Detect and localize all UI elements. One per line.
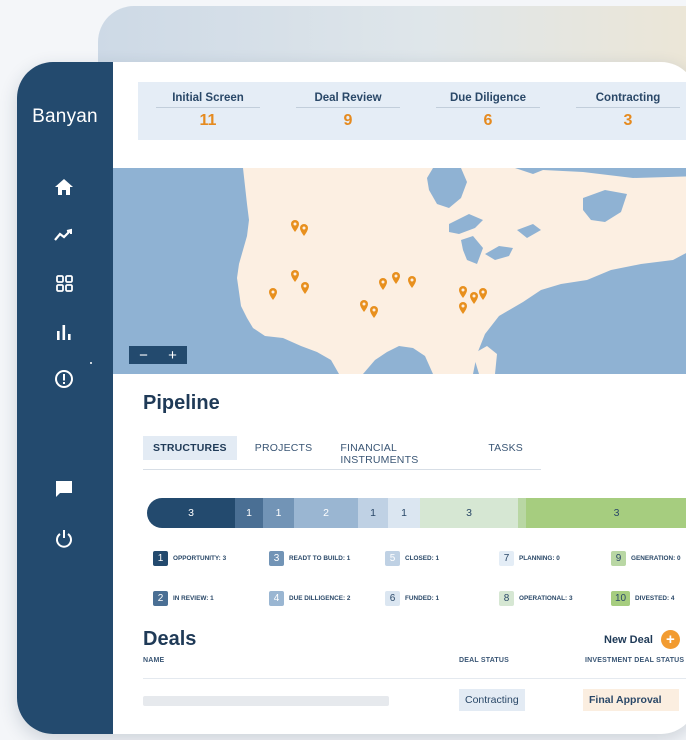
- legend-item: 3 READT TO BUILD: 1: [269, 549, 350, 567]
- pipeline-segment[interactable]: 3: [420, 498, 518, 528]
- nav-home[interactable]: [47, 172, 81, 202]
- alert-icon: [55, 370, 73, 388]
- legend-label: GENERATION: 0: [631, 554, 681, 562]
- legend-item: 6 FUNDED: 1: [385, 589, 439, 607]
- app-logo: Banyan: [32, 106, 98, 127]
- nav-alerts[interactable]: [47, 364, 81, 394]
- pipeline-title: Pipeline: [143, 392, 220, 414]
- legend-number: 5: [385, 550, 400, 566]
- pipeline-segment[interactable]: 3: [147, 498, 235, 528]
- chat-icon: [56, 481, 72, 497]
- pipeline-segment[interactable]: 1: [235, 498, 263, 528]
- table-divider: [143, 678, 686, 679]
- legend-item: 4 DUE DILLIGENCE: 2: [269, 589, 350, 607]
- legend-label: OPPORTUNITY: 3: [173, 554, 227, 562]
- deals-title: Deals: [143, 628, 197, 650]
- pipeline-tabs: STRUCTURES PROJECTS FINANCIAL INSTRUMENT…: [143, 436, 541, 470]
- pipeline-stage-bar: 3 1 1 2 1 1 3 3: [147, 498, 686, 528]
- nav-analytics[interactable]: [47, 220, 81, 250]
- stage-label: Deal Review: [296, 92, 400, 108]
- legend-item: 2 IN REVIEW: 1: [153, 589, 214, 607]
- main-content: Initial Screen 11 Deal Review 9 Due Dili…: [113, 62, 686, 734]
- stage-label: Initial Screen: [156, 92, 260, 108]
- tab-structures[interactable]: STRUCTURES: [143, 436, 237, 460]
- nav-logout[interactable]: [47, 524, 81, 554]
- legend-number: 7: [499, 550, 514, 566]
- column-header-investment-status[interactable]: INVESTMENT DEAL STATUS: [585, 657, 684, 664]
- legend-label: DUE DILLIGENCE: 2: [289, 594, 351, 602]
- stage-contracting[interactable]: Contracting 3: [558, 82, 686, 140]
- legend-number: 10: [611, 590, 630, 606]
- power-icon: [56, 530, 72, 548]
- stage-count: 11: [199, 112, 217, 129]
- legend-item: 10 DIVESTED: 4: [611, 589, 674, 607]
- map-zoom-controls: − +: [129, 346, 187, 364]
- pipeline-segment[interactable]: [518, 498, 526, 528]
- tab-financial-instruments[interactable]: FINANCIAL INSTRUMENTS: [330, 436, 470, 472]
- home-icon: [55, 179, 73, 195]
- legend-number: 2: [153, 590, 168, 606]
- trend-icon: [54, 228, 72, 241]
- legend-label: FUNDED: 1: [405, 594, 440, 602]
- legend-number: 3: [269, 550, 284, 566]
- pipeline-segment[interactable]: 2: [294, 498, 358, 528]
- deal-stage-summary: Initial Screen 11 Deal Review 9 Due Dili…: [138, 82, 686, 140]
- stage-label: Due Diligence: [436, 92, 540, 108]
- deal-name-placeholder: [143, 696, 389, 706]
- legend-label: DIVESTED: 4: [635, 594, 675, 602]
- stage-due-diligence[interactable]: Due Diligence 6: [418, 82, 558, 140]
- column-header-name[interactable]: NAME: [143, 657, 164, 664]
- legend-number: 1: [153, 550, 168, 566]
- legend-label: READT TO BUILD: 1: [289, 554, 351, 562]
- zoom-in-button[interactable]: +: [163, 348, 183, 363]
- map-canvas[interactable]: [113, 168, 686, 374]
- nav-reports[interactable]: [47, 316, 81, 346]
- legend-item: 1 OPPORTUNITY: 3: [153, 549, 226, 567]
- sidebar: Banyan: [17, 62, 113, 734]
- plus-icon[interactable]: +: [660, 630, 680, 649]
- legend-number: 6: [385, 590, 400, 606]
- tab-projects[interactable]: PROJECTS: [245, 436, 323, 460]
- nav-messages[interactable]: [47, 474, 81, 504]
- stage-count: 3: [623, 112, 633, 129]
- nav-dashboard[interactable]: [47, 268, 81, 298]
- legend-label: PLANNING: 0: [519, 554, 560, 562]
- tab-tasks[interactable]: TASKS: [478, 436, 533, 460]
- stage-count: 6: [483, 112, 493, 129]
- legend-item: 9 GENERATION: 0: [611, 549, 681, 567]
- new-deal-label: New Deal: [604, 633, 653, 646]
- legend-number: 4: [269, 590, 284, 606]
- legend-item: 7 PLANNING: 0: [499, 549, 560, 567]
- app-window: Banyan Initial Screen 11 Deal Review 9 D…: [17, 62, 686, 734]
- stage-label: Contracting: [576, 92, 680, 108]
- zoom-out-button[interactable]: −: [134, 348, 154, 363]
- deal-status-badge: Contracting: [459, 689, 525, 711]
- pipeline-segment[interactable]: 3: [526, 498, 686, 528]
- legend-label: CLOSED: 1: [405, 554, 440, 562]
- pipeline-segment[interactable]: 1: [388, 498, 420, 528]
- stage-count: 9: [343, 112, 353, 129]
- legend-item: 5 CLOSED: 1: [385, 549, 439, 567]
- pipeline-segment[interactable]: 1: [263, 498, 294, 528]
- legend-number: 9: [611, 550, 626, 566]
- bar-chart-icon: [57, 324, 71, 340]
- legend-item: 8 OPERATIONAL: 3: [499, 589, 573, 607]
- notification-dot: [90, 362, 92, 364]
- column-header-deal-status[interactable]: DEAL STATUS: [459, 657, 509, 664]
- legend-label: OPERATIONAL: 3: [519, 594, 573, 602]
- pipeline-segment[interactable]: 1: [358, 498, 388, 528]
- legend-number: 8: [499, 590, 514, 606]
- grid-icon: [55, 274, 73, 292]
- stage-deal-review[interactable]: Deal Review 9: [278, 82, 418, 140]
- new-deal-button[interactable]: New Deal +: [604, 630, 680, 649]
- investment-status-badge: Final Approval: [583, 689, 679, 711]
- stage-initial-screen[interactable]: Initial Screen 11: [138, 82, 278, 140]
- legend-label: IN REVIEW: 1: [173, 594, 214, 602]
- project-map[interactable]: − +: [113, 168, 686, 374]
